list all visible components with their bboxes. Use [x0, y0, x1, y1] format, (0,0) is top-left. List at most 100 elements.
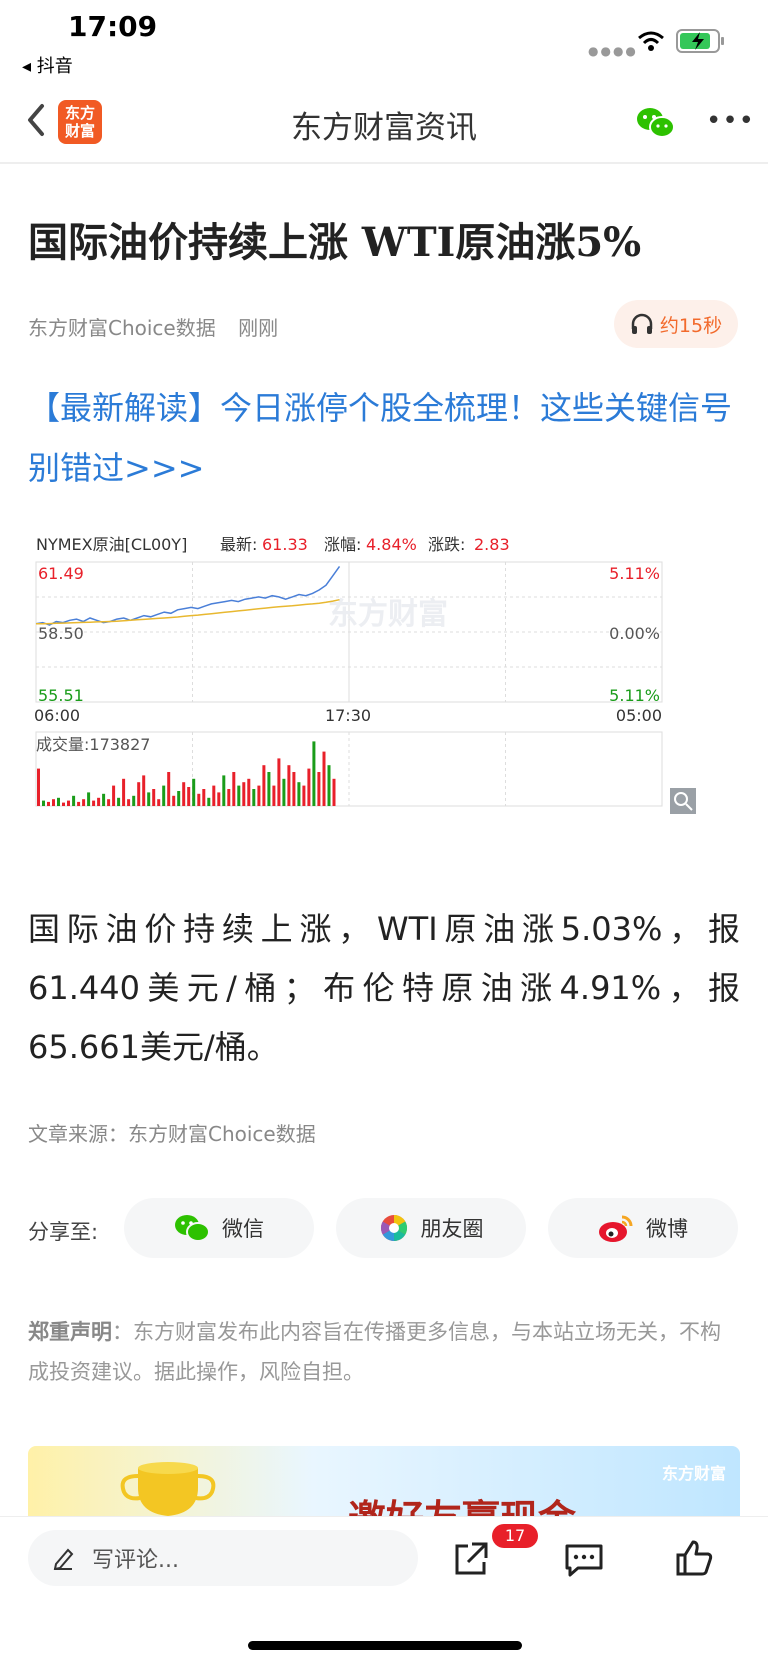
disclaimer-text: ：东方财富发布此内容旨在传播更多信息，与本站立场无关，不构成投资建议。据此操作，… [28, 1320, 721, 1384]
moments-icon [380, 1214, 407, 1242]
volume-bar [187, 787, 191, 806]
y-tick-left-top: 61.49 [38, 564, 84, 583]
back-to-app-link[interactable]: ◂ 抖音 [22, 52, 73, 78]
like-thumb-icon[interactable] [674, 1538, 714, 1578]
article-meta: 东方财富Choice数据 刚刚 [28, 312, 294, 341]
volume-bar [317, 772, 321, 806]
y-tick-right-bottom: 5.11% [609, 686, 660, 705]
share-wechat-label: 微信 [222, 1217, 264, 1241]
volume-bar [237, 785, 241, 806]
volume-bar [252, 789, 256, 806]
volume-bar [282, 778, 286, 806]
x-tick-mid: 17:30 [325, 706, 371, 725]
cellular-signal-icon: ●●●● [588, 44, 638, 58]
chart-latest-value: 61.33 [262, 535, 308, 554]
volume-bar [272, 785, 276, 806]
share-moments-button[interactable]: 朋友圈 [336, 1198, 526, 1258]
chart-latest-label: 最新: [220, 535, 257, 554]
status-time: 17:09 [68, 10, 158, 43]
volume-bar [172, 795, 176, 806]
banner-logo: 东方财富 [661, 1464, 726, 1483]
volume-bar [112, 785, 116, 806]
chart-watermark: 东方财富 [328, 597, 448, 632]
share-moments-label: 朋友圈 [420, 1217, 484, 1241]
chart-symbol: NYMEX原油[CL00Y] [36, 535, 187, 554]
y-tick-right-mid: 0.00% [609, 624, 660, 643]
volume-bar [202, 789, 206, 806]
volume-bar [212, 785, 216, 806]
volume-bar [162, 785, 166, 806]
volume-bar [47, 801, 50, 806]
trophy-icon [120, 1462, 216, 1516]
listen-duration: 约15秒 [659, 314, 723, 337]
article-author: 东方财富Choice数据 [28, 316, 216, 340]
volume-bar [257, 785, 261, 806]
article-body: 国际油价持续上涨，WTI原油涨5.03%，报61.440美元/桶；布伦特原油涨4… [28, 910, 740, 1066]
wechat-share-icon[interactable] [636, 106, 676, 140]
share-out-icon[interactable] [452, 1540, 490, 1578]
volume-bar [97, 797, 101, 806]
volume-bar [277, 758, 281, 806]
home-indicator [248, 1641, 522, 1650]
price-chart[interactable]: NYMEX原油[CL00Y] 最新: 61.33 涨幅: 4.84% 涨跌: 2… [28, 530, 748, 860]
comments-icon[interactable] [564, 1542, 604, 1578]
pencil-icon [53, 1548, 74, 1570]
volume-bar [122, 778, 126, 806]
volume-bar [72, 795, 76, 806]
share-count-badge: 17 [492, 1524, 538, 1548]
banner-headline: 邀好友赢现金 [348, 1488, 576, 1516]
volume-bar [102, 793, 106, 806]
battery-icon [676, 29, 724, 53]
volume-label: 成交量:173827 [36, 735, 150, 754]
volume-bar [232, 772, 236, 806]
volume-bar [222, 775, 226, 806]
y-tick-right-top: 5.11% [609, 564, 660, 583]
volume-bar [197, 793, 201, 806]
zoom-magnifier-icon[interactable] [670, 788, 696, 814]
volume-bar [262, 765, 266, 806]
volume-bar [137, 782, 141, 806]
volume-bar [42, 800, 45, 806]
wechat-icon [175, 1215, 210, 1242]
listen-audio-button[interactable]: 约15秒 [614, 300, 738, 348]
share-label: 分享至: [28, 1220, 99, 1244]
promo-banner[interactable]: 东方财富 邀好友赢现金 [28, 1446, 740, 1516]
volume-bar [157, 799, 161, 806]
volume-bar [227, 789, 231, 806]
more-options-icon[interactable]: ••• [706, 106, 755, 136]
disclaimer-heading: 郑重声明 [28, 1320, 112, 1344]
wifi-icon [638, 31, 664, 51]
volume-bar [82, 799, 86, 806]
volume-bar [37, 768, 40, 806]
volume-bar [127, 799, 131, 806]
chart-change-value: 2.83 [474, 535, 510, 554]
volume-bar [87, 792, 91, 806]
promo-link[interactable]: 【最新解读】今日涨停个股全梳理！这些关键信号别错过>>> [28, 378, 744, 498]
headphones-icon [631, 313, 653, 334]
volume-bar [117, 797, 121, 806]
volume-bar [207, 797, 211, 806]
share-wechat-button[interactable]: 微信 [124, 1198, 314, 1258]
chart-change-pct-value: 4.84% [366, 535, 417, 554]
volume-bar [327, 765, 331, 806]
y-tick-left-bottom: 55.51 [38, 686, 84, 705]
volume-bar [57, 797, 60, 806]
volume-bar [307, 768, 311, 806]
volume-bar [242, 782, 246, 806]
volume-bar [92, 800, 96, 806]
volume-bar [247, 778, 251, 806]
volume-bar [322, 751, 326, 806]
volume-bar [217, 792, 221, 806]
volume-bar [192, 778, 196, 806]
volume-bar [77, 801, 81, 806]
share-weibo-button[interactable]: 微博 [548, 1198, 738, 1258]
x-tick-start: 06:00 [34, 706, 80, 725]
share-weibo-label: 微博 [646, 1217, 688, 1241]
volume-bar [142, 775, 146, 806]
volume-bar [302, 785, 306, 806]
volume-bar [62, 802, 65, 806]
nav-divider [0, 162, 768, 164]
comment-input[interactable]: 写评论... [28, 1530, 418, 1586]
disclaimer: 郑重声明：东方财富发布此内容旨在传播更多信息，与本站立场无关，不构成投资建议。据… [28, 1312, 740, 1392]
comment-placeholder: 写评论... [92, 1548, 179, 1573]
